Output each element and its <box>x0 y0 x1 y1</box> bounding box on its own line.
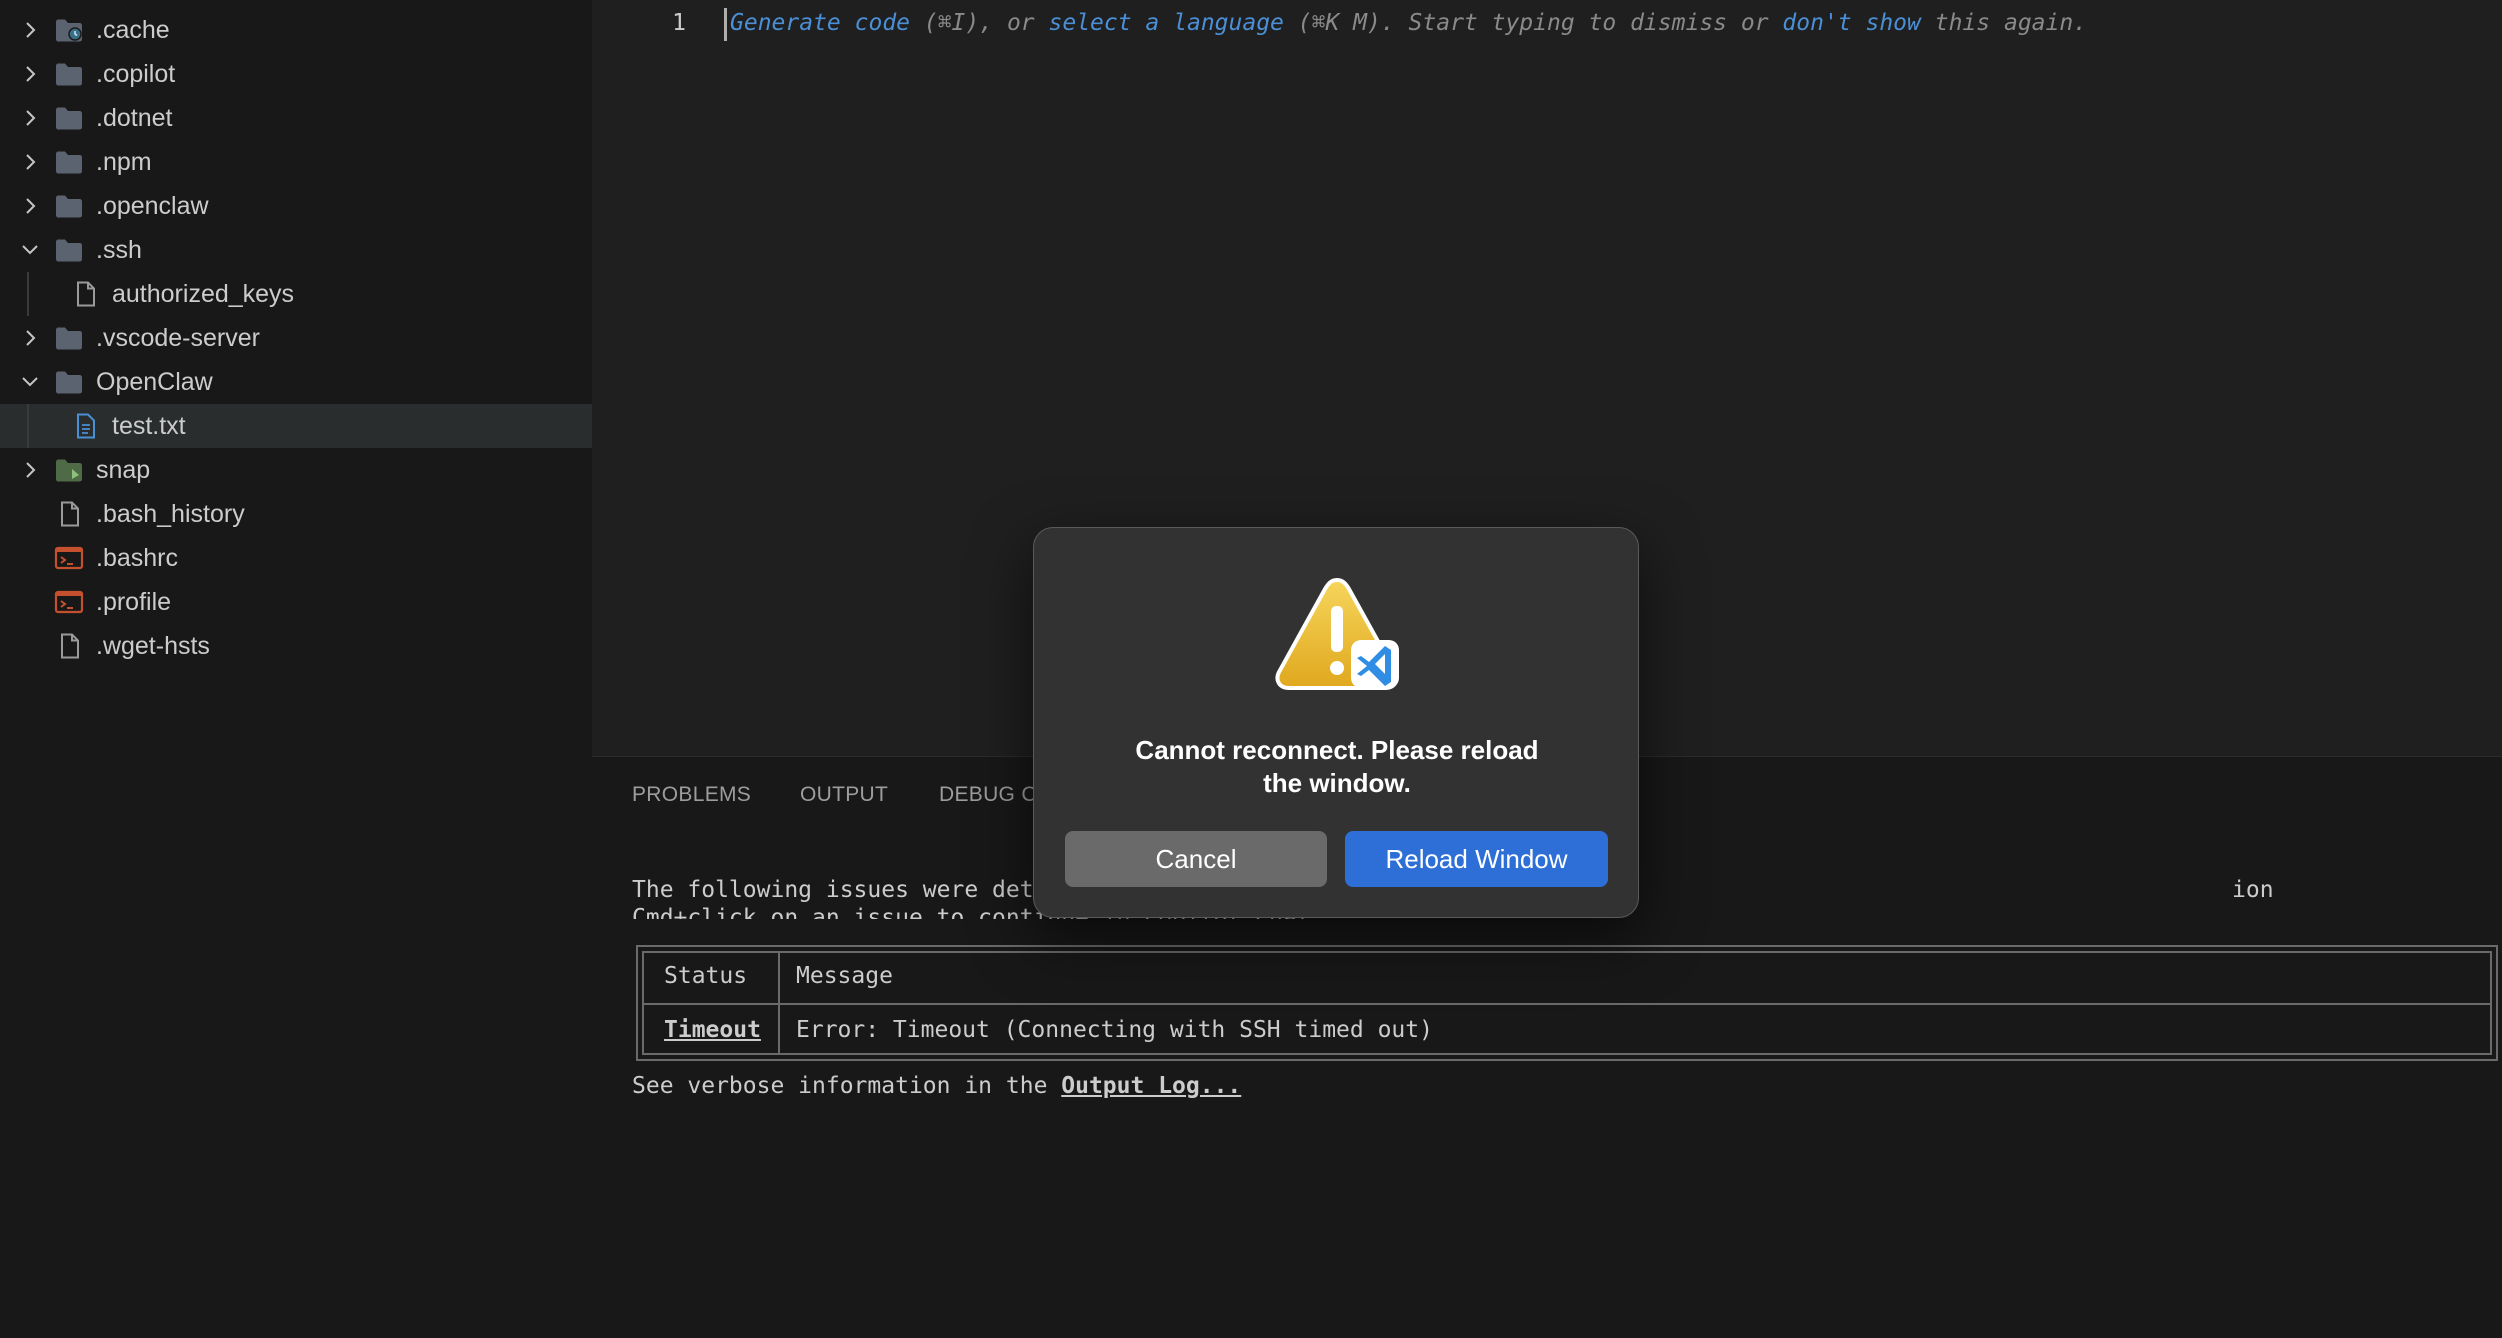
explorer-item-label: .wget-hsts <box>96 632 210 660</box>
tab-debug-console[interactable]: DEBUG C <box>939 783 1037 807</box>
chevron-right-icon[interactable] <box>18 18 42 42</box>
dialog-message-line1: Cannot reconnect. Please reload <box>1135 735 1539 765</box>
explorer-item-label: .copilot <box>96 60 176 88</box>
terminal-file-icon <box>54 545 84 571</box>
explorer-item[interactable]: .bash_history <box>0 492 592 536</box>
explorer-item[interactable]: .cache <box>0 8 592 52</box>
explorer-item-label: .vscode-server <box>96 324 260 352</box>
editor-hint: Generate code (⌘I), or select a language… <box>730 10 2087 36</box>
file-icon <box>54 501 84 527</box>
dialog-message-line2: the window. <box>1263 768 1411 798</box>
file-icon <box>54 633 84 659</box>
explorer-item-label: OpenClaw <box>96 368 213 396</box>
explorer-item-label: .ssh <box>96 236 142 264</box>
chevron-right-icon[interactable] <box>18 194 42 218</box>
issues-table: Status Message Timeout Error: Timeout (C… <box>636 945 2498 1061</box>
chevron-down-icon[interactable] <box>18 370 42 394</box>
explorer-item-label: .bash_history <box>96 500 245 528</box>
hint-text-2: (⌘K M). Start typing to dismiss or <box>1283 10 1783 36</box>
explorer-item-label: .npm <box>96 148 152 176</box>
folder-icon <box>54 149 84 175</box>
explorer-item-label: .openclaw <box>96 192 209 220</box>
folder-icon <box>54 17 84 43</box>
generate-code-link[interactable]: Generate code <box>730 10 910 36</box>
folder-icon <box>54 369 84 395</box>
explorer-item[interactable]: .openclaw <box>0 184 592 228</box>
folder-icon <box>54 325 84 351</box>
folder-icon <box>54 193 84 219</box>
folder-icon <box>54 105 84 131</box>
explorer-item[interactable]: snap <box>0 448 592 492</box>
reconnect-dialog: Cannot reconnect. Please reload the wind… <box>1033 527 1639 918</box>
explorer-item-label: .dotnet <box>96 104 173 132</box>
explorer-item-label: authorized_keys <box>112 280 295 308</box>
timeout-message: Error: Timeout (Connecting with SSH time… <box>796 1017 1433 1043</box>
verbose-prefix: See verbose information in the <box>632 1073 1062 1099</box>
explorer-item[interactable]: .ssh <box>0 228 592 272</box>
hint-text-1: (⌘I), or <box>910 10 1049 36</box>
select-language-link[interactable]: select a language <box>1049 10 1284 36</box>
folder-icon <box>54 457 84 483</box>
chevron-right-icon[interactable] <box>18 106 42 130</box>
explorer-sidebar: .cache .copilot .dotnet .npm .openclaw .ssh au… <box>0 0 592 1338</box>
explorer-item[interactable]: OpenClaw <box>0 360 592 404</box>
file-icon <box>70 413 100 439</box>
warning-icon <box>1275 577 1399 690</box>
explorer-item[interactable]: .bashrc <box>0 536 592 580</box>
explorer-item-label: test.txt <box>112 412 186 440</box>
explorer-item[interactable]: test.txt <box>0 404 592 448</box>
explorer-item-label: .cache <box>96 16 170 44</box>
explorer-item[interactable]: authorized_keys <box>0 272 592 316</box>
reload-window-button[interactable]: Reload Window <box>1345 831 1608 887</box>
explorer-item[interactable]: .vscode-server <box>0 316 592 360</box>
chevron-right-icon[interactable] <box>18 150 42 174</box>
vscode-logo-icon <box>1351 640 1399 688</box>
verbose-info: See verbose information in the Output Lo… <box>632 1073 1241 1099</box>
message-header: Message <box>796 963 893 989</box>
explorer-item[interactable]: .copilot <box>0 52 592 96</box>
indent-guide <box>27 404 29 448</box>
explorer-item[interactable]: .profile <box>0 580 592 624</box>
folder-icon <box>54 237 84 263</box>
tab-problems[interactable]: PROBLEMS <box>632 783 751 807</box>
indent-guide <box>27 272 29 316</box>
issues-intro-end: ion <box>2232 877 2274 903</box>
explorer-item[interactable]: .npm <box>0 140 592 184</box>
issues-intro-start: The following issues were det <box>632 877 1034 903</box>
tab-output[interactable]: OUTPUT <box>800 783 888 807</box>
explorer-item-label: .bashrc <box>96 544 178 572</box>
explorer-item[interactable]: .dotnet <box>0 96 592 140</box>
folder-icon <box>54 61 84 87</box>
chevron-down-icon[interactable] <box>18 238 42 262</box>
explorer-item-label: .profile <box>96 588 172 616</box>
output-log-link[interactable]: Output Log... <box>1061 1073 1241 1099</box>
explorer-item[interactable]: .wget-hsts <box>0 624 592 668</box>
chevron-right-icon[interactable] <box>18 62 42 86</box>
dialog-message: Cannot reconnect. Please reload the wind… <box>1074 734 1600 800</box>
vscode-window: .cache .copilot .dotnet .npm .openclaw .ssh au… <box>0 0 2502 1338</box>
terminal-file-icon <box>54 589 84 615</box>
dont-show-link[interactable]: don't show <box>1782 10 1920 36</box>
status-header: Status <box>664 963 748 989</box>
chevron-right-icon[interactable] <box>18 326 42 350</box>
chevron-right-icon[interactable] <box>18 458 42 482</box>
hint-text-3: this again. <box>1920 10 2088 36</box>
line-number: 1 <box>672 10 686 36</box>
cancel-button[interactable]: Cancel <box>1065 831 1327 887</box>
timeout-issue-link[interactable]: Timeout <box>664 1017 761 1043</box>
text-cursor <box>724 8 727 41</box>
file-icon <box>70 281 100 307</box>
explorer-item-label: snap <box>96 456 151 484</box>
